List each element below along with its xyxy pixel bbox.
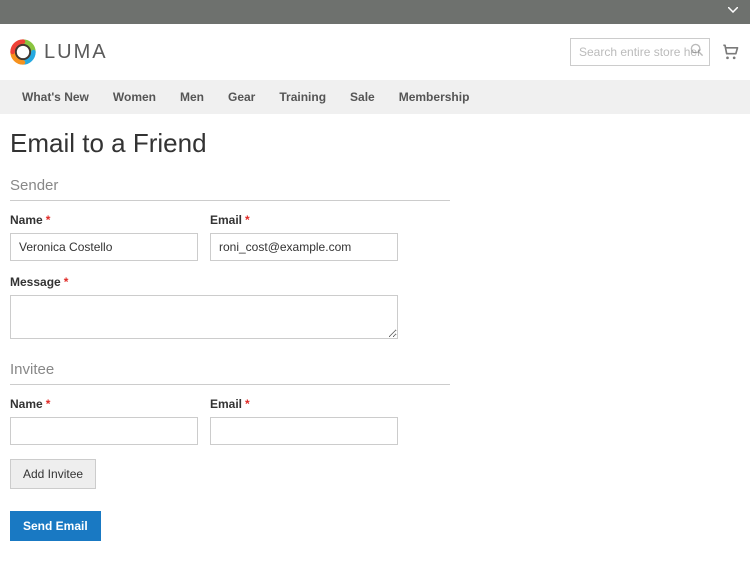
logo-text: LUMA bbox=[44, 41, 108, 64]
send-email-button[interactable]: Send Email bbox=[10, 511, 101, 541]
invitee-legend: Invitee bbox=[10, 361, 450, 385]
account-topbar bbox=[0, 0, 750, 24]
site-logo[interactable]: LUMA bbox=[10, 39, 108, 65]
nav-training[interactable]: Training bbox=[267, 80, 338, 114]
nav-women[interactable]: Women bbox=[101, 80, 168, 114]
required-marker: * bbox=[46, 213, 51, 227]
sender-email-label: Email* bbox=[210, 213, 398, 227]
chevron-down-icon bbox=[728, 7, 738, 13]
add-invitee-button[interactable]: Add Invitee bbox=[10, 459, 96, 489]
required-marker: * bbox=[245, 397, 250, 411]
sender-name-input[interactable] bbox=[10, 233, 198, 261]
main-content: Email to a Friend Sender Name* Email* Me… bbox=[0, 114, 750, 565]
header: LUMA bbox=[0, 24, 750, 80]
main-nav: What's New Women Men Gear Training Sale … bbox=[0, 80, 750, 114]
sender-legend: Sender bbox=[10, 177, 450, 201]
nav-whats-new[interactable]: What's New bbox=[10, 80, 101, 114]
sender-name-label: Name* bbox=[10, 213, 198, 227]
sender-fieldset: Sender Name* Email* Message* bbox=[10, 177, 740, 339]
required-marker: * bbox=[245, 213, 250, 227]
cart-icon[interactable] bbox=[720, 42, 740, 62]
invitee-name-input[interactable] bbox=[10, 417, 198, 445]
nav-sale[interactable]: Sale bbox=[338, 80, 387, 114]
search-wrap bbox=[570, 38, 710, 66]
page-title: Email to a Friend bbox=[10, 128, 740, 159]
nav-men[interactable]: Men bbox=[168, 80, 216, 114]
invitee-fieldset: Invitee Name* Email* Add Invitee bbox=[10, 361, 740, 489]
nav-gear[interactable]: Gear bbox=[216, 80, 267, 114]
message-textarea[interactable] bbox=[10, 295, 398, 339]
invitee-email-input[interactable] bbox=[210, 417, 398, 445]
invitee-name-label: Name* bbox=[10, 397, 198, 411]
nav-membership[interactable]: Membership bbox=[387, 80, 482, 114]
required-marker: * bbox=[64, 275, 69, 289]
luma-logo-icon bbox=[10, 39, 36, 65]
message-label: Message* bbox=[10, 275, 398, 289]
invitee-email-label: Email* bbox=[210, 397, 398, 411]
account-menu-toggle[interactable] bbox=[728, 5, 738, 16]
sender-email-input[interactable] bbox=[210, 233, 398, 261]
required-marker: * bbox=[46, 397, 51, 411]
search-input[interactable] bbox=[570, 38, 710, 66]
